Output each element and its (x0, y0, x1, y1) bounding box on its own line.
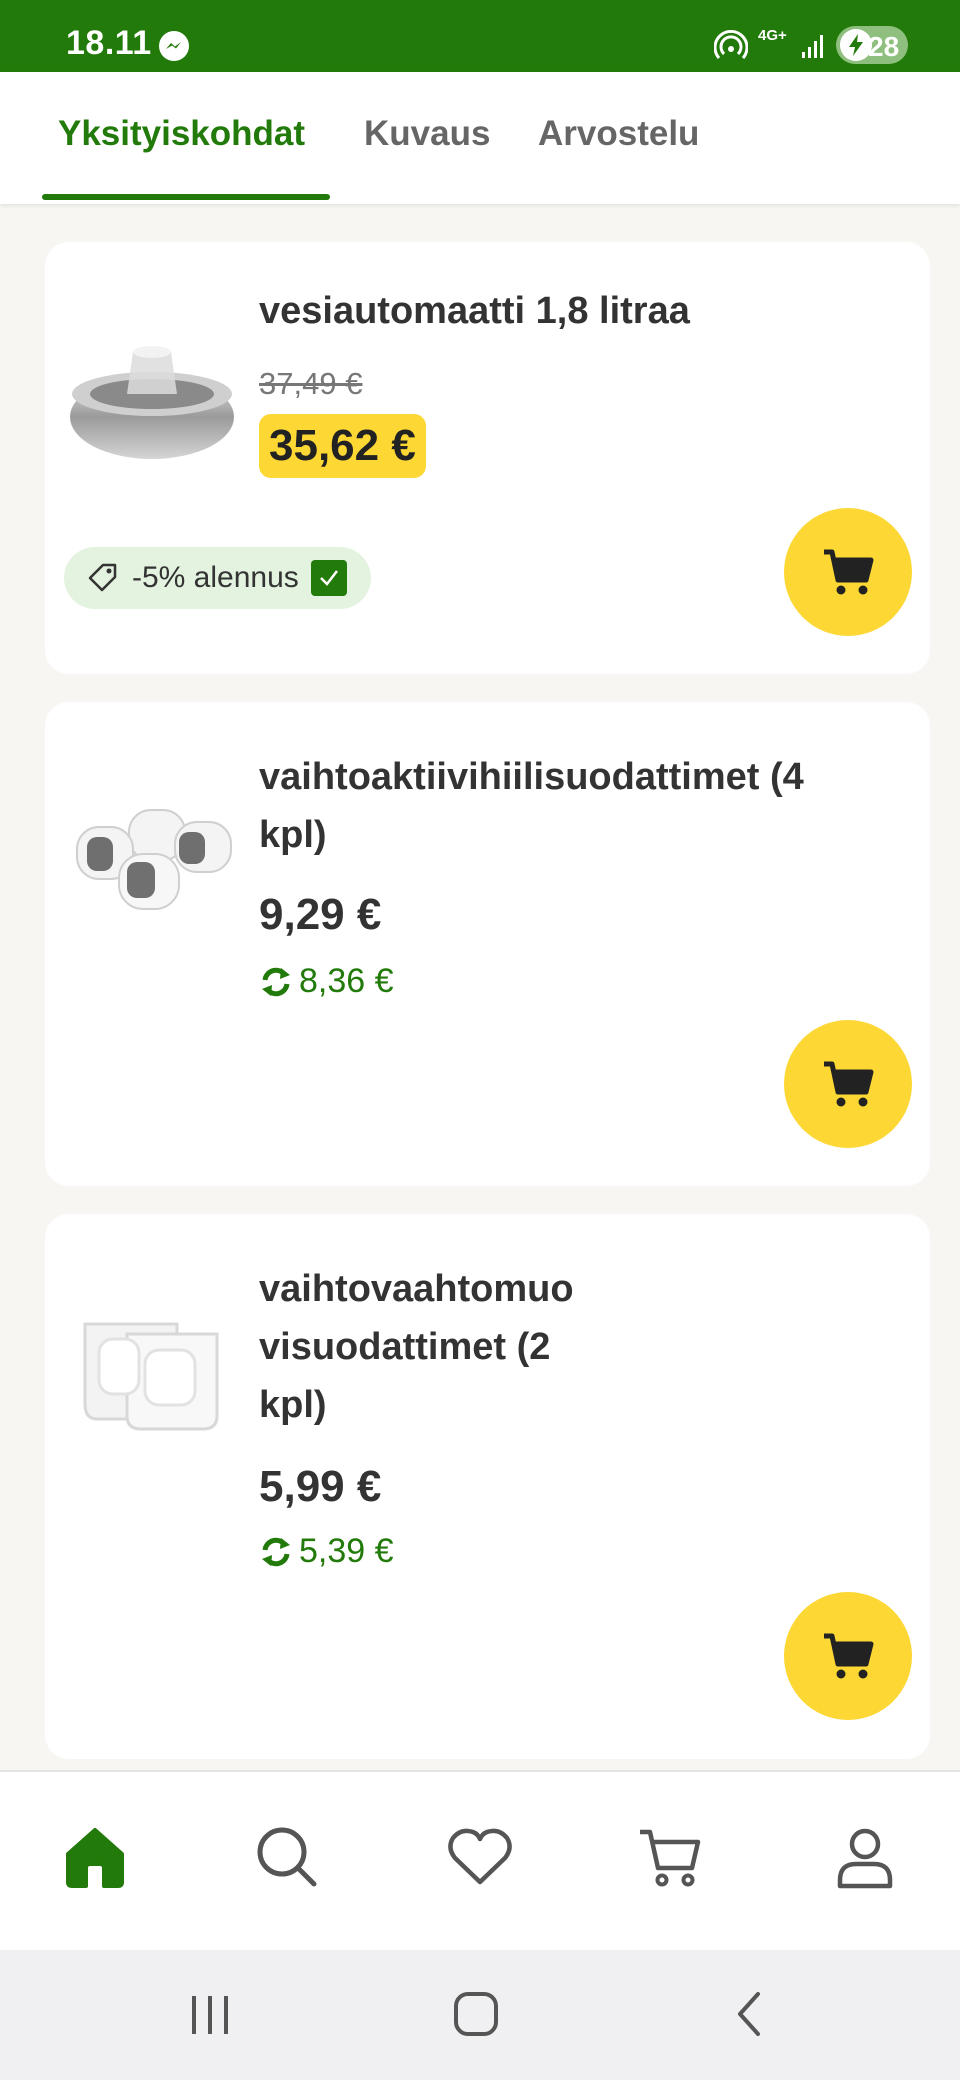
tab-reviews[interactable]: Arvostelu (538, 114, 699, 154)
profile-icon[interactable] (830, 1822, 900, 1892)
product-price: 5,99 € (259, 1462, 382, 1511)
subscription-price-value: 5,39 € (299, 1532, 394, 1570)
sale-price: 35,62 € (259, 414, 426, 478)
checkbox-checked-icon (310, 560, 347, 596)
discount-badge: -5% alennus (64, 547, 371, 609)
home-button-icon[interactable] (452, 1988, 502, 2040)
cart-icon (824, 1061, 874, 1107)
messenger-icon (159, 31, 189, 61)
heart-icon[interactable] (445, 1822, 515, 1892)
search-icon[interactable] (252, 1822, 322, 1892)
original-price: 37,49 € (259, 366, 363, 401)
home-icon[interactable] (60, 1822, 130, 1892)
price-tag-icon (88, 563, 117, 592)
battery-indicator: 28 (836, 26, 908, 64)
product-title[interactable]: vesiautomaatti 1,8 litraa (259, 282, 859, 340)
hotspot-icon (714, 30, 748, 59)
add-to-cart-button[interactable] (784, 1592, 912, 1720)
product-card[interactable]: vesiautomaatti 1,8 litraa 37,49 € 35,62 … (45, 242, 930, 674)
product-title[interactable]: vaihtovaahtomuo visuodattimet (2 kpl) (259, 1260, 619, 1434)
tab-details[interactable]: Yksityiskohdat (58, 114, 305, 154)
bottom-navigation (0, 1770, 960, 1950)
signal-icon (802, 35, 823, 58)
repeat-order-icon (262, 967, 290, 996)
product-card[interactable]: vaihtoaktiivihiilisuodattimet (4 kpl) 9,… (45, 702, 930, 1186)
recent-apps-icon[interactable] (186, 1988, 234, 2040)
product-title[interactable]: vaihtoaktiivihiilisuodattimet (4 kpl) (259, 748, 859, 864)
cart-icon (824, 549, 874, 595)
product-card[interactable]: vaihtovaahtomuo visuodattimet (2 kpl) 5,… (45, 1214, 930, 1759)
product-price: 9,29 € (259, 890, 382, 939)
discount-label: -5% alennus (132, 561, 299, 594)
repeat-order-icon (262, 1537, 290, 1566)
add-to-cart-button[interactable] (784, 508, 912, 636)
cart-icon[interactable] (636, 1822, 706, 1892)
status-time: 18.11 (66, 24, 152, 62)
subscription-price: 5,39 € (259, 1532, 394, 1571)
cart-icon (824, 1633, 874, 1679)
network-type: 4G+ (758, 27, 787, 44)
tab-description[interactable]: Kuvaus (364, 114, 490, 154)
subscription-price-value: 8,36 € (299, 962, 394, 1000)
add-to-cart-button[interactable] (784, 1020, 912, 1148)
carbon-filters-image (76, 809, 232, 910)
water-fountain-image (70, 346, 234, 459)
battery-level: 28 (868, 31, 900, 62)
active-tab-indicator (42, 194, 330, 200)
system-navigation-bar (0, 1950, 960, 2080)
status-bar: 18.11 4G+ 28 (0, 0, 960, 72)
subscription-price: 8,36 € (259, 962, 394, 1001)
tab-bar: Yksityiskohdat Kuvaus Arvostelu (0, 72, 960, 204)
foam-filters-image (83, 1322, 219, 1431)
back-icon[interactable] (730, 1988, 770, 2040)
